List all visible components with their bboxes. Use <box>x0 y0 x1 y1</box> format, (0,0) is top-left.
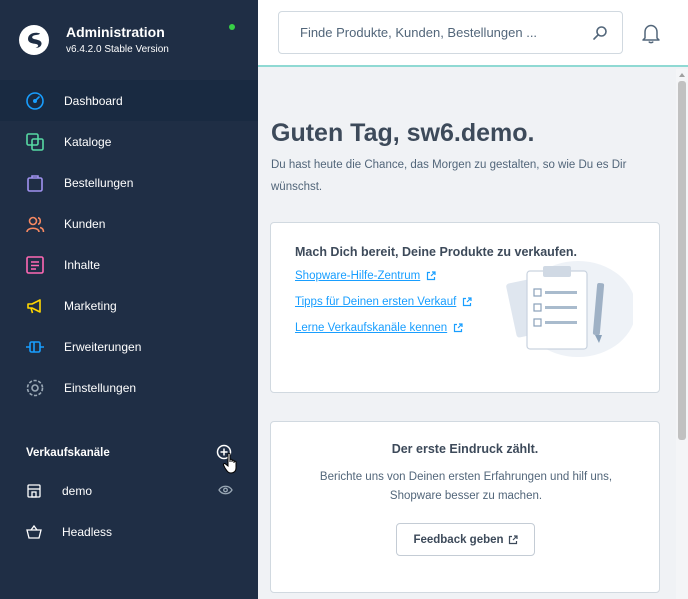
nav-label: Bestellungen <box>64 175 134 190</box>
content-scrollbar[interactable] <box>676 69 688 599</box>
sales-channel-label: Headless <box>62 525 113 539</box>
card-text: Berichte uns von Deinen ersten Erfahrung… <box>319 471 613 502</box>
sidebar: Administration v6.4.2.0 Stable Version D… <box>0 0 258 599</box>
storefront-icon <box>27 484 41 498</box>
users-icon <box>24 213 46 235</box>
plug-icon <box>24 336 46 358</box>
sales-channel-headless[interactable]: Headless <box>0 512 258 552</box>
external-link-icon <box>508 534 518 544</box>
bell-icon[interactable] <box>640 22 662 44</box>
first-sale-tips-link[interactable]: Tipps für Deinen ersten Verkauf <box>295 296 472 308</box>
shopware-logo <box>19 25 49 55</box>
search-icon[interactable] <box>592 25 608 41</box>
feedback-card: Der erste Eindruck zählt. Berichte uns v… <box>270 421 660 593</box>
nav-label: Erweiterungen <box>64 339 142 354</box>
nav-item-erweiterungen[interactable]: Erweiterungen <box>0 326 258 367</box>
link-label: Shopware-Hilfe-Zentrum <box>295 270 421 282</box>
nav-item-bestellungen[interactable]: Bestellungen <box>0 162 258 203</box>
basket-icon <box>26 524 42 539</box>
nav-item-inhalte[interactable]: Inhalte <box>0 244 258 285</box>
nav-label: Kataloge <box>64 134 112 149</box>
dashboard-icon <box>24 90 46 112</box>
feedback-button[interactable]: Feedback geben <box>396 523 535 556</box>
nav-label: Kunden <box>64 216 106 231</box>
checklist-illustration <box>506 261 633 357</box>
brand-version: v6.4.2.0 Stable Version <box>66 44 169 55</box>
brand-title: Administration <box>66 24 165 40</box>
sales-channels-link[interactable]: Lerne Verkaufskanäle kennen <box>295 322 463 334</box>
welcome-text: Du hast heute die Chance, das Morgen zu … <box>271 159 627 193</box>
catalog-icon <box>24 131 46 153</box>
nav-item-dashboard[interactable]: Dashboard <box>0 80 258 121</box>
gear-icon <box>24 377 46 399</box>
link-label: Tipps für Deinen ersten Verkauf <box>295 296 457 308</box>
main-navigation: Dashboard Kataloge Bestellungen Kunden I… <box>0 80 258 408</box>
shopping-bag-icon <box>24 172 46 194</box>
megaphone-icon <box>24 295 46 317</box>
external-link-icon <box>427 271 436 281</box>
global-search <box>278 11 623 54</box>
external-link-icon <box>454 323 463 333</box>
nav-label: Inhalte <box>64 257 101 272</box>
link-label: Lerne Verkaufskanäle kennen <box>295 322 448 334</box>
nav-item-marketing[interactable]: Marketing <box>0 285 258 326</box>
scroll-up-arrow-icon[interactable] <box>678 71 686 79</box>
top-bar <box>258 0 688 67</box>
sales-channel-label: demo <box>62 484 93 498</box>
nav-label: Dashboard <box>64 93 123 108</box>
help-center-link[interactable]: Shopware-Hilfe-Zentrum <box>295 270 436 282</box>
eye-icon[interactable] <box>218 484 233 496</box>
nav-item-kataloge[interactable]: Kataloge <box>0 121 258 162</box>
card-title: Der erste Eindruck zählt. <box>391 442 539 456</box>
status-online-dot <box>229 24 235 30</box>
dashboard-content: Guten Tag, sw6.demo. Du hast heute die C… <box>258 69 676 599</box>
nav-label: Einstellungen <box>64 380 137 395</box>
sales-channels-title: Verkaufskanäle <box>26 447 110 459</box>
search-input[interactable] <box>300 12 590 53</box>
sales-channel-demo[interactable]: demo <box>0 471 258 511</box>
brand-header: Administration v6.4.2.0 Stable Version <box>0 0 258 80</box>
nav-item-kunden[interactable]: Kunden <box>0 203 258 244</box>
nav-item-einstellungen[interactable]: Einstellungen <box>0 367 258 408</box>
getting-started-card: Mach Dich bereit, Deine Produkte zu verk… <box>270 222 660 393</box>
external-link-icon <box>463 297 472 307</box>
content-icon <box>24 254 46 276</box>
page-title: Guten Tag, sw6.demo. <box>271 119 535 147</box>
scrollbar-thumb[interactable] <box>678 81 686 440</box>
nav-label: Marketing <box>64 298 117 313</box>
button-label: Feedback geben <box>413 533 504 546</box>
